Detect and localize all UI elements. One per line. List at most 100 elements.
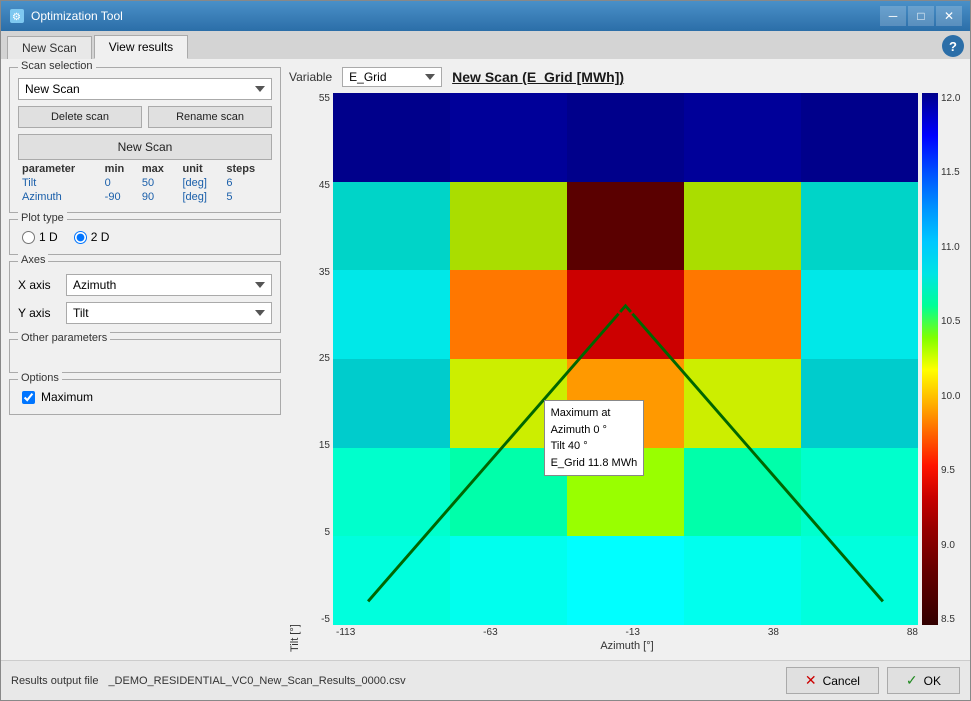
heatmap-body: 55 45 35 25 15 5 -5	[303, 93, 918, 625]
cell-4-1	[450, 448, 567, 537]
cell-5-3	[684, 536, 801, 625]
options-group: Options Maximum	[9, 379, 281, 415]
param-header-3: unit	[178, 162, 222, 176]
radio-2d[interactable]: 2 D	[74, 230, 110, 244]
ok-button[interactable]: ✓ OK	[887, 667, 960, 694]
minimize-button[interactable]: ─	[880, 6, 906, 26]
chart-area: Tilt [°] 55 45 35 25	[289, 93, 962, 652]
axes-label: Axes	[18, 254, 48, 266]
param-header-1: min	[101, 162, 138, 176]
right-panel: Variable E_Grid New Scan (E_Grid [MWh]) …	[289, 67, 962, 652]
colorbar-9: 9.0	[941, 540, 960, 551]
radio-1d-input[interactable]	[22, 231, 35, 244]
colorbar-labels: 12.0 11.5 11.0 10.5 10.0 9.5 9.0 8.5	[938, 93, 960, 625]
delete-scan-button[interactable]: Delete scan	[18, 106, 142, 128]
cell-0-1	[450, 93, 567, 182]
xtick-3: 38	[768, 627, 779, 638]
xtick-4: 88	[907, 627, 918, 638]
param-unit-1: [deg]	[178, 190, 222, 204]
param-steps-0: 6	[222, 176, 272, 190]
cell-2-0	[333, 270, 450, 359]
colorbar-10_5: 10.5	[941, 316, 960, 327]
cell-3-2	[567, 359, 684, 448]
window-controls: ─ □ ✕	[880, 6, 962, 26]
cancel-x-icon: ✕	[805, 672, 817, 689]
cell-3-1	[450, 359, 567, 448]
cell-5-1	[450, 536, 567, 625]
radio-1d-label: 1 D	[39, 230, 58, 244]
xtick-1: -63	[483, 627, 497, 638]
new-scan-button[interactable]: New Scan	[18, 134, 272, 160]
cell-4-0	[333, 448, 450, 537]
params-table: parameter min max unit steps Tilt 0 50 […	[18, 162, 272, 204]
variable-select[interactable]: E_Grid	[342, 67, 442, 87]
tab-new-scan[interactable]: New Scan	[7, 36, 92, 59]
scan-dropdown[interactable]: New Scan	[18, 78, 272, 100]
param-steps-1: 5	[222, 190, 272, 204]
cell-5-4	[801, 536, 918, 625]
app-icon: ⚙	[9, 8, 25, 24]
axes-group: Axes X axis Azimuth Tilt Y axis Tilt Azi…	[9, 261, 281, 333]
maximum-row: Maximum	[18, 386, 272, 406]
cancel-button[interactable]: ✕ Cancel	[786, 667, 879, 694]
ytick-2: 35	[303, 267, 330, 278]
colorbar-8_5: 8.5	[941, 614, 960, 625]
tab-view-results[interactable]: View results	[94, 35, 188, 59]
ytick-5: 5	[303, 527, 330, 538]
radio-2d-input[interactable]	[74, 231, 87, 244]
left-panel: Scan selection New Scan Delete scan Rena…	[9, 67, 281, 652]
y-axis-select[interactable]: Tilt Azimuth	[66, 302, 272, 324]
cell-2-1	[450, 270, 567, 359]
x-axis-row: X axis Azimuth Tilt	[18, 274, 272, 296]
cell-4-2	[567, 448, 684, 537]
cell-2-3	[684, 270, 801, 359]
chart-header: Variable E_Grid New Scan (E_Grid [MWh])	[289, 67, 962, 87]
plot-type-label: Plot type	[18, 212, 67, 224]
other-params-group: Other parameters	[9, 339, 281, 373]
colorbar-11: 11.0	[941, 242, 960, 253]
param-min-1: -90	[101, 190, 138, 204]
cell-2-4	[801, 270, 918, 359]
ok-check-icon: ✓	[906, 672, 918, 689]
output-file-label: Results output file	[11, 675, 98, 687]
cell-3-3	[684, 359, 801, 448]
colorbar-11_5: 11.5	[941, 167, 960, 178]
param-header-0: parameter	[18, 162, 101, 176]
x-axis-select[interactable]: Azimuth Tilt	[66, 274, 272, 296]
maximum-checkbox[interactable]	[22, 391, 35, 404]
heatmap-with-colorbar: 55 45 35 25 15 5 -5	[303, 93, 962, 625]
x-axis-area: -113 -63 -13 38 88 Azimuth [°]	[303, 625, 962, 652]
maximize-button[interactable]: □	[908, 6, 934, 26]
titlebar: ⚙ Optimization Tool ─ □ ✕	[1, 1, 970, 31]
table-row: Azimuth -90 90 [deg] 5	[18, 190, 272, 204]
other-params-label: Other parameters	[18, 332, 110, 344]
main-content: Scan selection New Scan Delete scan Rena…	[1, 59, 970, 660]
y-axis-row: Y axis Tilt Azimuth	[18, 302, 272, 324]
scan-buttons: Delete scan Rename scan	[18, 106, 272, 128]
help-button[interactable]: ?	[942, 35, 964, 57]
colorbar-10: 10.0	[941, 391, 960, 402]
close-button[interactable]: ✕	[936, 6, 962, 26]
cell-5-2	[567, 536, 684, 625]
param-name-1: Azimuth	[18, 190, 101, 204]
cell-4-3	[684, 448, 801, 537]
cell-1-0	[333, 182, 450, 271]
radio-1d[interactable]: 1 D	[22, 230, 58, 244]
tabs-bar: New Scan View results ?	[1, 31, 970, 59]
colorbar: 12.0 11.5 11.0 10.5 10.0 9.5 9.0 8.5	[922, 93, 962, 625]
cell-1-2	[567, 182, 684, 271]
x-axis-label: X axis	[18, 278, 58, 292]
x-axis-title: Azimuth [°]	[336, 640, 918, 652]
rename-scan-button[interactable]: Rename scan	[148, 106, 272, 128]
cell-0-2	[567, 93, 684, 182]
param-unit-0: [deg]	[178, 176, 222, 190]
cell-1-1	[450, 182, 567, 271]
maximum-label: Maximum	[41, 390, 93, 404]
footer: Results output file _DEMO_RESIDENTIAL_VC…	[1, 660, 970, 700]
colorbar-max: 12.0	[941, 93, 960, 104]
chart-inner: 55 45 35 25 15 5 -5	[303, 93, 962, 652]
colorbar-gradient	[922, 93, 938, 625]
param-min-0: 0	[101, 176, 138, 190]
cell-1-3	[684, 182, 801, 271]
cancel-label: Cancel	[823, 674, 860, 688]
